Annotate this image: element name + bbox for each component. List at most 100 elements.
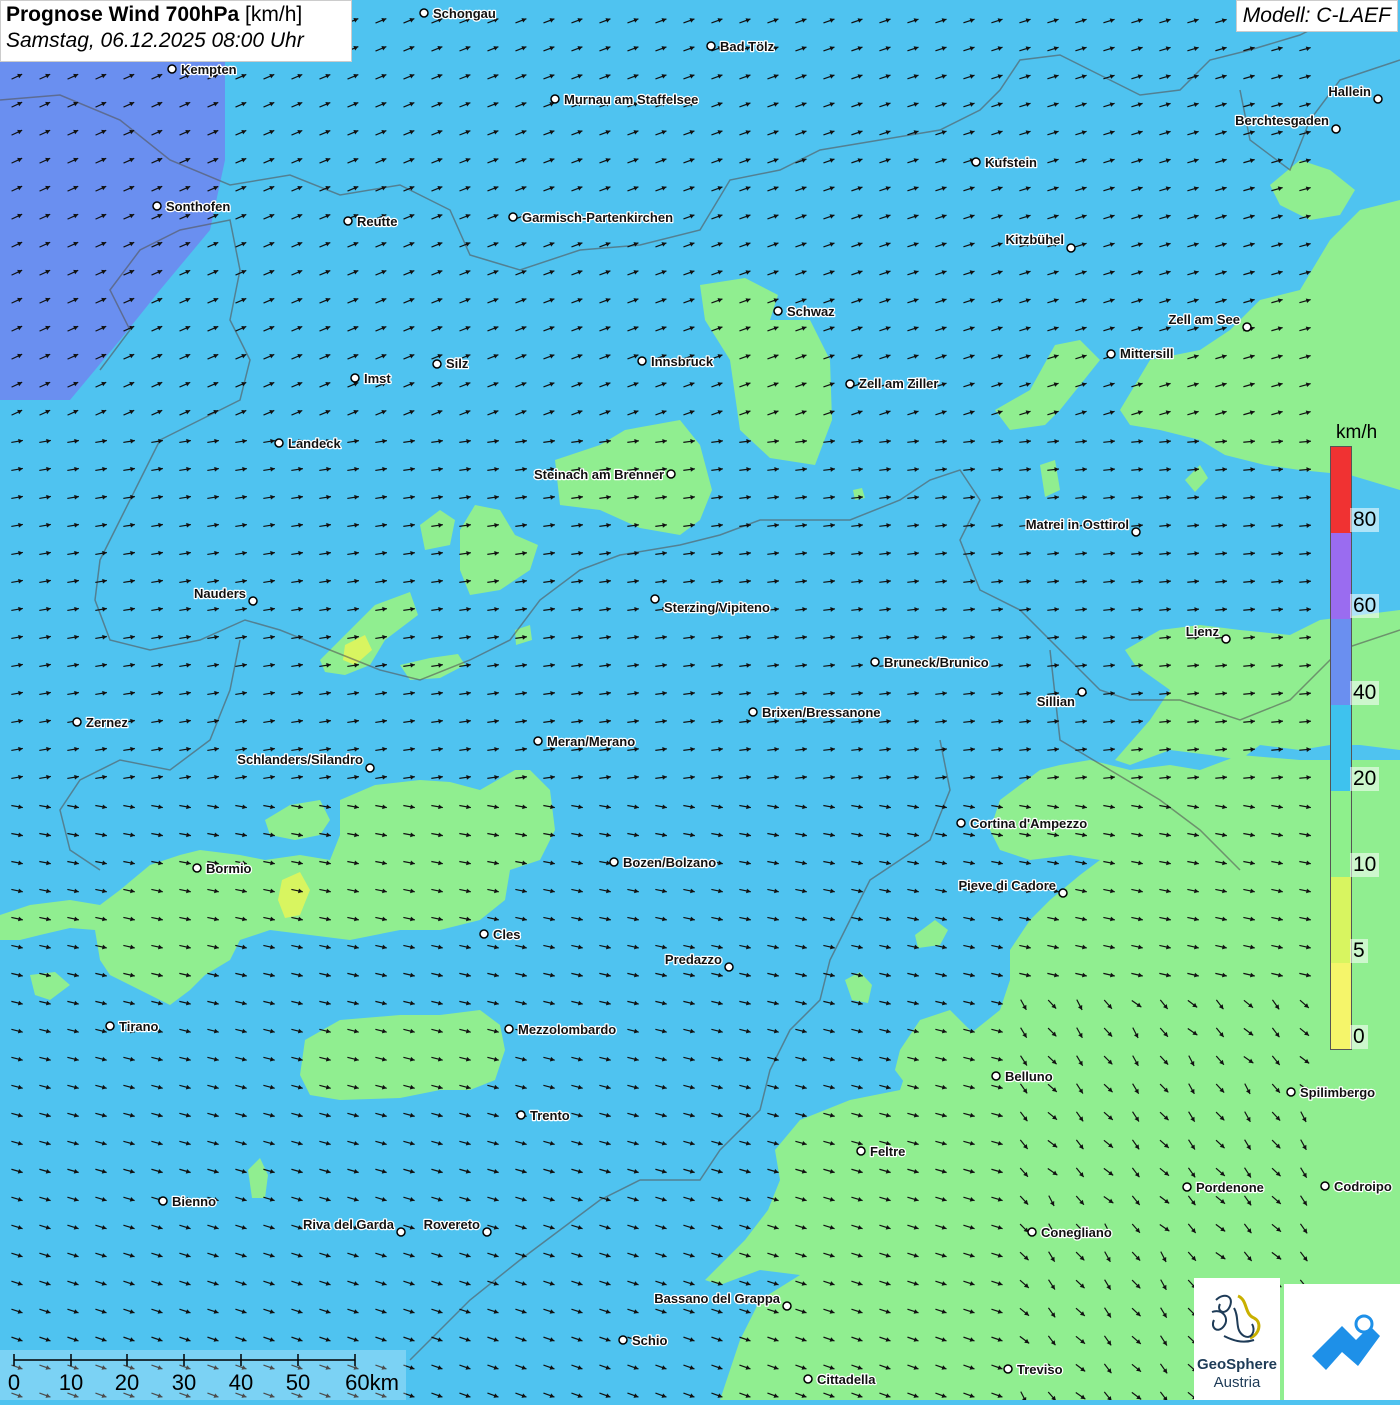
title-unit: [km/h] — [245, 3, 303, 26]
svg-text:Bad Tölz: Bad Tölz — [720, 39, 775, 54]
legend-unit: km/h — [1336, 422, 1378, 443]
legend-swatch-80 — [1331, 447, 1351, 533]
svg-text:Kitzbühel: Kitzbühel — [1006, 232, 1065, 247]
forecast-datetime: Samstag, 06.12.2025 08:00 Uhr — [6, 29, 304, 52]
svg-text:Tirano: Tirano — [119, 1019, 159, 1034]
svg-text:Mittersill: Mittersill — [1120, 346, 1173, 361]
geosphere-subtitle: Austria — [1213, 1374, 1261, 1391]
svg-text:Nauders: Nauders — [194, 586, 246, 601]
svg-text:Sillian: Sillian — [1037, 694, 1075, 709]
svg-text:Trento: Trento — [530, 1108, 570, 1123]
scale-label: 30 — [171, 1370, 197, 1395]
city-marker: Bozen/Bolzano — [609, 854, 717, 871]
scale-label: 10 — [58, 1370, 84, 1395]
svg-text:Rovereto: Rovereto — [424, 1217, 480, 1232]
city-marker: Murnau am Staffelsee — [550, 91, 700, 108]
geosphere-name: GeoSphere — [1196, 1356, 1278, 1373]
svg-text:Imst: Imst — [364, 371, 391, 386]
scale-label: 40 — [228, 1370, 254, 1395]
legend-swatch-5 — [1331, 877, 1351, 963]
legend-swatch-10 — [1331, 791, 1351, 877]
svg-text:Zell am See: Zell am See — [1168, 312, 1240, 327]
svg-text:Silz: Silz — [446, 356, 469, 371]
svg-text:Landeck: Landeck — [288, 436, 342, 451]
weather-app-icon — [1312, 1314, 1380, 1370]
svg-text:Bormio: Bormio — [206, 861, 252, 876]
svg-text:Zernez: Zernez — [86, 715, 128, 730]
svg-text:Meran/Merano: Meran/Merano — [547, 734, 635, 749]
city-marker: Cortina d'Ampezzo — [956, 815, 1089, 832]
legend-tick-80: 80 — [1350, 508, 1380, 532]
svg-text:Feltre: Feltre — [870, 1144, 905, 1159]
scale-label: 60km — [345, 1370, 399, 1395]
map-title-box: Prognose Wind 700hPa [km/h] Samstag, 06.… — [0, 0, 352, 62]
svg-text:Hallein: Hallein — [1328, 84, 1371, 99]
city-marker: Meran/Merano — [533, 733, 636, 750]
svg-text:Cortina d'Ampezzo: Cortina d'Ampezzo — [970, 816, 1087, 831]
geosphere-emblem-icon — [1211, 1294, 1261, 1343]
svg-text:Pieve di Cadore: Pieve di Cadore — [958, 878, 1056, 893]
svg-text:Sterzing/Vipiteno: Sterzing/Vipiteno — [664, 600, 770, 615]
scale-bar: 0 10 20 30 40 50 60km — [0, 1350, 406, 1400]
svg-text:Kempten: Kempten — [181, 62, 237, 77]
legend-tick-20: 20 — [1350, 767, 1380, 791]
svg-text:Belluno: Belluno — [1005, 1069, 1053, 1084]
model-label: Modell: C-LAEF — [1235, 0, 1398, 32]
legend-tick-40: 40 — [1350, 681, 1380, 705]
legend-swatch-20 — [1331, 705, 1351, 791]
scale-label: 20 — [114, 1370, 140, 1395]
svg-text:Zell am Ziller: Zell am Ziller — [859, 376, 938, 391]
svg-text:Schlanders/Silandro: Schlanders/Silandro — [237, 752, 363, 767]
svg-text:Bienno: Bienno — [172, 1194, 216, 1209]
svg-text:Berchtesgaden: Berchtesgaden — [1235, 113, 1329, 128]
svg-text:Pordenone: Pordenone — [1196, 1180, 1264, 1195]
svg-text:Lienz: Lienz — [1186, 624, 1220, 639]
svg-text:Treviso: Treviso — [1017, 1362, 1063, 1377]
city-marker: Conegliano — [1027, 1224, 1113, 1241]
svg-text:Reutte: Reutte — [357, 214, 397, 229]
svg-text:Steinach am Brenner: Steinach am Brenner — [534, 467, 664, 482]
legend-swatch-40 — [1331, 619, 1351, 705]
legend-tick-5: 5 — [1350, 939, 1368, 963]
city-marker: Garmisch-Partenkirchen — [508, 209, 674, 226]
geosphere-logo: GeoSphere Austria — [1194, 1278, 1280, 1400]
svg-text:Cles: Cles — [493, 927, 520, 942]
legend-tick-60: 60 — [1350, 594, 1380, 618]
city-marker: Pordenone — [1182, 1179, 1265, 1196]
svg-text:Bassano del Grappa: Bassano del Grappa — [654, 1291, 780, 1306]
svg-text:Matrei in Osttirol: Matrei in Osttirol — [1026, 517, 1129, 532]
city-marker: Zell am Ziller — [845, 375, 940, 392]
legend-swatch-60 — [1331, 533, 1351, 619]
svg-text:Bruneck/Brunico: Bruneck/Brunico — [884, 655, 989, 670]
svg-text:Schongau: Schongau — [433, 6, 496, 21]
svg-text:Schio: Schio — [632, 1333, 667, 1348]
svg-text:Innsbruck: Innsbruck — [651, 354, 714, 369]
color-legend: km/h 80 60 40 20 10 5 0 — [1328, 420, 1386, 1350]
title-product: Prognose Wind 700hPa — [6, 3, 240, 26]
svg-text:Kufstein: Kufstein — [985, 155, 1037, 170]
city-marker: Mezzolombardo — [504, 1021, 618, 1038]
legend-colorbar — [1330, 446, 1352, 1050]
svg-text:Cittadella: Cittadella — [817, 1372, 876, 1387]
svg-text:Bozen/Bolzano: Bozen/Bolzano — [623, 855, 716, 870]
wind-map: Schongau Bad Tölz Kempten Murnau am Staf… — [0, 0, 1400, 1400]
svg-text:Brixen/Bressanone: Brixen/Bressanone — [762, 705, 881, 720]
map-title: Prognose Wind 700hPa [km/h] — [6, 3, 346, 27]
city-marker: Steinach am Brenner — [533, 466, 676, 483]
city-marker: Brixen/Bressanone — [748, 704, 882, 721]
legend-swatch-0 — [1331, 963, 1351, 1049]
app-logo[interactable] — [1284, 1284, 1400, 1400]
scale-bar-line — [13, 1354, 356, 1366]
legend-tick-0: 0 — [1350, 1025, 1368, 1049]
svg-text:Riva del Garda: Riva del Garda — [303, 1217, 395, 1232]
scale-label: 50 — [285, 1370, 311, 1395]
svg-text:Predazzo: Predazzo — [665, 952, 722, 967]
svg-text:Conegliano: Conegliano — [1041, 1225, 1112, 1240]
svg-text:Mezzolombardo: Mezzolombardo — [518, 1022, 616, 1037]
legend-tick-10: 10 — [1350, 853, 1380, 877]
svg-text:Schwaz: Schwaz — [787, 304, 835, 319]
svg-text:Sonthofen: Sonthofen — [166, 199, 230, 214]
city-marker: Bruneck/Brunico — [870, 654, 990, 671]
svg-text:Garmisch-Partenkirchen: Garmisch-Partenkirchen — [522, 210, 673, 225]
scale-label: 0 — [7, 1370, 21, 1395]
